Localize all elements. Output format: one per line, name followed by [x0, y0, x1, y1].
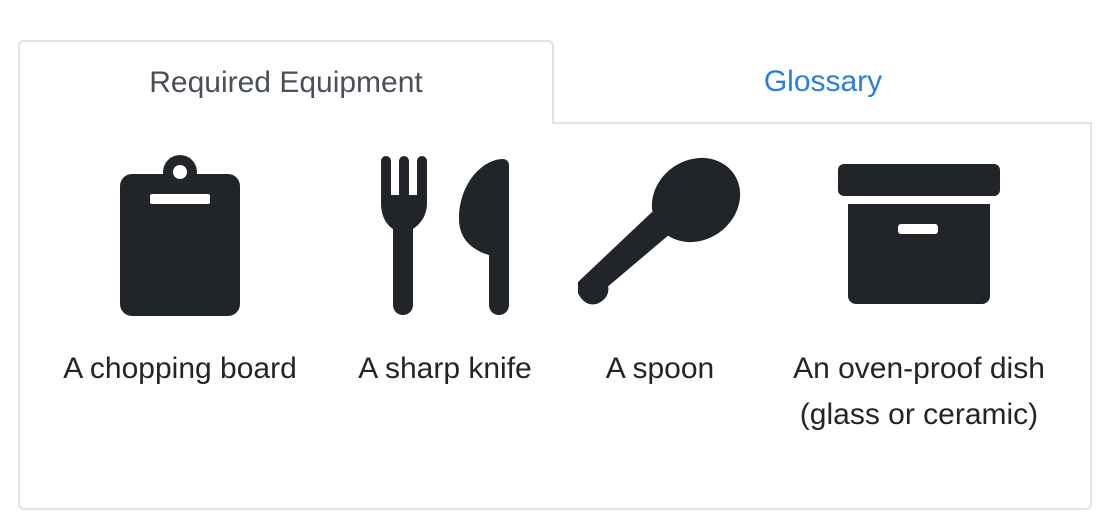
tab-required-equipment[interactable]: Required Equipment [18, 40, 554, 124]
tab-panel-required-equipment [18, 122, 1092, 510]
equipment-tabs-widget: Required Equipment Glossary A chopping b… [0, 0, 1112, 530]
tab-glossary-label: Glossary [763, 65, 883, 98]
tab-required-equipment-label: Required Equipment [149, 66, 423, 99]
tab-glossary[interactable]: Glossary [554, 40, 1092, 124]
